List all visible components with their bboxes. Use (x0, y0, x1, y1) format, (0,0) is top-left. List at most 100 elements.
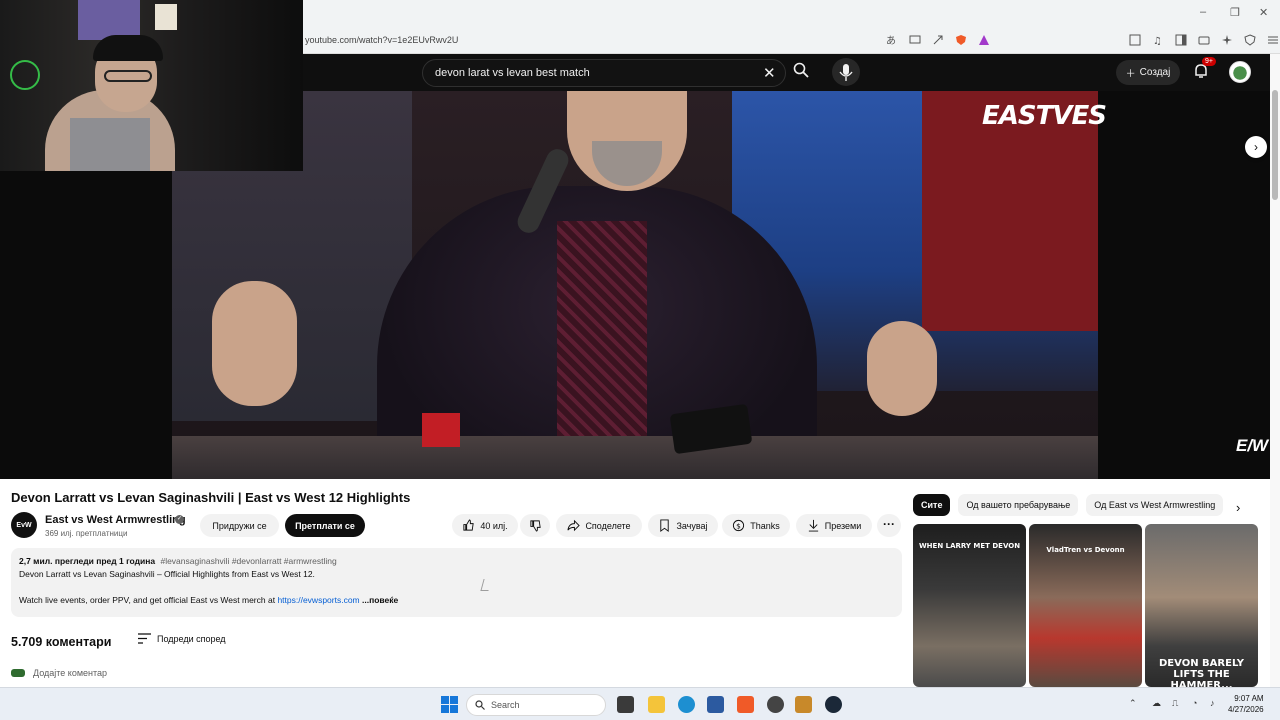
create-label: Создај (1139, 67, 1171, 78)
reader-mode-icon[interactable] (1128, 33, 1142, 47)
add-comment-placeholder: Додајте коментар (33, 668, 108, 678)
taskbar-search[interactable]: Search (466, 694, 606, 716)
volume-icon[interactable]: ♪ (1210, 698, 1215, 708)
sort-label: Подреди според (157, 633, 226, 644)
brave-rewards-icon[interactable] (977, 33, 991, 47)
minimize-button[interactable]: – (1200, 6, 1206, 18)
account-avatar[interactable] (1229, 61, 1251, 83)
chip-all[interactable]: Сите (913, 494, 951, 516)
thumbnail-caption: VladTren vs Devonn (1046, 546, 1125, 554)
share-button[interactable]: Споделете (556, 514, 642, 537)
download-label: Преземи (824, 520, 862, 531)
network-icon[interactable]: ⎍ (1172, 698, 1178, 709)
onedrive-icon[interactable]: ☁ (1152, 698, 1161, 709)
browser-toolbar-icons: ♫ (1128, 33, 1280, 47)
file-explorer-icon[interactable] (648, 696, 665, 713)
subscribe-button[interactable]: Претплати се (285, 514, 365, 537)
search-query-text: devon larat vs levan best match (435, 67, 590, 79)
dislike-button[interactable] (520, 514, 550, 537)
related-video-thumbnail[interactable]: DEVON BARELY LIFTS THE HAMMER... (1145, 524, 1258, 687)
brave-shield-icon[interactable] (954, 33, 968, 47)
url-field[interactable]: youtube.com/watch?v=1e2EUvRwv2U (305, 35, 458, 45)
description-line-2: Watch live events, order PPV, and get of… (19, 595, 276, 605)
carousel-next-icon[interactable]: › (1245, 136, 1267, 158)
chip-from-channel[interactable]: Од East vs West Armwrestling (1086, 494, 1224, 516)
edge-icon[interactable] (678, 696, 695, 713)
super-thanks-icon: $ (733, 519, 745, 532)
search-input[interactable]: devon larat vs levan best match ✕ (422, 59, 786, 87)
user-avatar (11, 669, 25, 677)
maximize-button[interactable]: ❐ (1230, 6, 1240, 19)
scrollbar-thumb[interactable] (1272, 90, 1278, 200)
channel-watermark[interactable]: E/W (1236, 436, 1268, 456)
related-filter-chips: Сите Од вашето пребарување Од East vs We… (913, 494, 1224, 516)
webcam-light (10, 60, 40, 90)
video-frame: EASTVES (172, 91, 1107, 479)
sidebar-icon[interactable] (1174, 33, 1188, 47)
webcam-overlay (0, 0, 303, 171)
screen: – ❐ ✕ youtube.com/watch?v=1e2EUvRwv2U あ (0, 0, 1280, 720)
app-icon[interactable] (795, 696, 812, 713)
description-box[interactable]: 2,7 мил. прегледи пред 1 година #levansa… (11, 548, 902, 617)
streamer-glasses (104, 70, 152, 82)
leo-ai-icon[interactable] (1220, 33, 1234, 47)
subscriber-count: 369 илј. претплатници (45, 529, 128, 538)
obs-icon[interactable] (767, 696, 784, 713)
close-window-button[interactable]: ✕ (1259, 6, 1268, 19)
share-icon (567, 519, 581, 532)
clock-date: 4/27/2026 (1228, 705, 1264, 714)
taskbar-clock[interactable]: 9:07 AM 4/27/2026 (1228, 693, 1264, 715)
sort-icon (138, 633, 151, 644)
mic-icon[interactable] (832, 58, 860, 86)
address-bar-actions: あ (885, 33, 991, 47)
related-video-thumbnail[interactable]: WHEN LARRY MET DEVON (913, 524, 1026, 687)
store-icon[interactable] (707, 696, 724, 713)
video-title: Devon Larratt vs Levan Saginashvili | Ea… (11, 490, 411, 505)
webcam-poster (78, 0, 140, 40)
thanks-button[interactable]: $ Thanks (722, 514, 790, 537)
menu-icon[interactable] (1266, 33, 1280, 47)
search-icon[interactable] (792, 61, 814, 83)
media-icon[interactable]: ♫ (1151, 33, 1165, 47)
channel-avatar[interactable]: EvW (11, 512, 37, 538)
more-actions-button[interactable]: ··· (877, 514, 901, 537)
join-button[interactable]: Придружи се (200, 514, 279, 537)
tray-chevron-icon[interactable]: ⌃ (1129, 698, 1137, 709)
verified-check-icon: ✓ (175, 515, 184, 524)
vpn-shield-icon[interactable] (1243, 33, 1257, 47)
streamer-cap (93, 35, 163, 61)
wallet-icon[interactable] (1197, 33, 1211, 47)
merch-link[interactable]: https://evwsports.com (277, 595, 359, 605)
related-video-thumbnail[interactable]: VladTren vs Devonn (1029, 524, 1142, 687)
sort-comments-button[interactable]: Подреди според (138, 633, 226, 644)
thanks-label: Thanks (750, 520, 780, 531)
windows-start-icon[interactable] (441, 696, 458, 713)
like-button[interactable]: 40 илј. (452, 514, 518, 537)
clear-search-icon[interactable]: ✕ (763, 64, 776, 82)
bookmark-icon (660, 519, 670, 532)
cast-icon[interactable] (908, 33, 922, 47)
create-button[interactable]: ＋ Создај (1116, 60, 1180, 85)
clock-time: 9:07 AM (1234, 694, 1264, 703)
translate-icon[interactable]: あ (885, 33, 899, 47)
brave-icon[interactable] (737, 696, 754, 713)
chip-from-search[interactable]: Од вашето пребарување (958, 494, 1079, 516)
channel-name[interactable]: East vs West Armwrestling (45, 514, 186, 526)
chevron-right-icon[interactable]: › (1236, 500, 1240, 515)
hashtags[interactable]: #levansaginashvili #devonlarratt #armwre… (160, 556, 336, 566)
task-view-icon[interactable] (617, 696, 634, 713)
thumbnail-caption: DEVON BARELY LIFTS THE HAMMER... (1159, 658, 1244, 687)
download-button[interactable]: Преземи (796, 514, 872, 537)
notifications-badge: 9+ (1202, 57, 1216, 66)
share-page-icon[interactable] (931, 33, 945, 47)
like-count: 40 илј. (480, 520, 508, 531)
save-button[interactable]: Зачувај (648, 514, 718, 537)
page-scrollbar[interactable] (1270, 54, 1280, 687)
add-comment-field[interactable]: Додајте коментар (11, 668, 107, 678)
streamer-shirt (70, 118, 150, 171)
steam-icon[interactable] (825, 696, 842, 713)
show-more-link[interactable]: ...повеќе (362, 595, 398, 605)
red-pad (422, 413, 460, 447)
wifi-icon[interactable]: ◔ (1192, 698, 1197, 708)
svg-text:♫: ♫ (1153, 36, 1162, 46)
